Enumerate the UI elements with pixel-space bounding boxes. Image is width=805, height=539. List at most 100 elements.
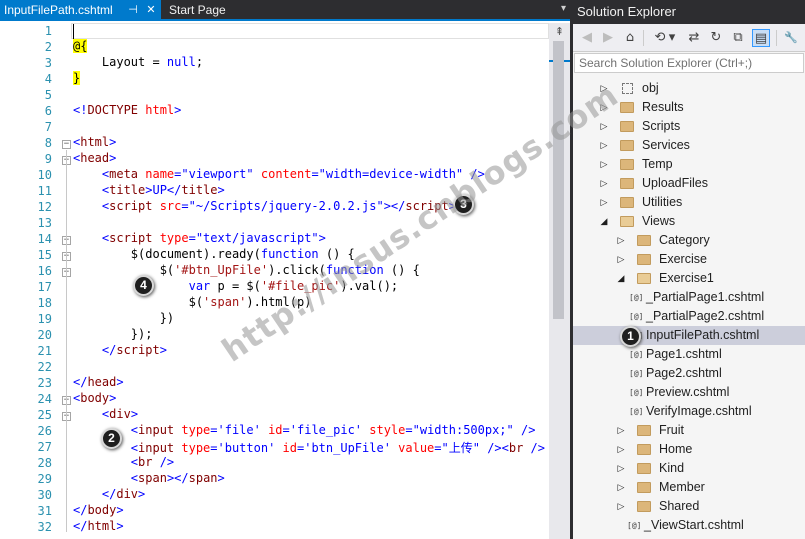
line-number: 32	[37, 520, 52, 534]
text-caret	[73, 24, 74, 39]
tree-item[interactable]: ▷ Temp	[573, 155, 805, 174]
close-icon[interactable]: ✕	[144, 0, 158, 21]
code-line-24: <body>	[73, 391, 117, 405]
pin-icon[interactable]: ⊣	[126, 0, 140, 21]
expand-arrow-icon[interactable]: ▷	[616, 497, 626, 516]
refresh-icon[interactable]: ↻	[707, 29, 725, 47]
toolbar-separator	[643, 30, 644, 46]
code-line-27: <input type='button' id='btn_UpFile' val…	[73, 441, 546, 455]
tree-item[interactable]: ▷ Utilities	[573, 193, 805, 212]
tree-item[interactable]: [@] Page1.cshtml	[573, 345, 805, 364]
show-all-files-icon[interactable]: ▤	[752, 29, 770, 47]
code-line-29: <span></span>	[73, 471, 225, 485]
solution-explorer-toolbar: ◀ ▶ ⌂ ⟲ ▾ ⇄ ↻ ⧉ ▤ 🔧	[573, 24, 805, 52]
tree-item[interactable]: ◢ Exercise1	[573, 269, 805, 288]
tree-item-label: Views	[642, 214, 676, 228]
tree-item-label: Home	[659, 442, 693, 456]
tree-item-label: Temp	[642, 157, 673, 171]
expand-arrow-icon[interactable]: ▷	[616, 459, 626, 478]
expand-arrow-icon[interactable]: ▷	[599, 193, 609, 212]
tree-item[interactable]: ▷ Home	[573, 440, 805, 459]
line-number: 29	[37, 472, 52, 486]
line-number: 30	[37, 488, 52, 502]
expand-arrow-icon[interactable]: ▷	[616, 250, 626, 269]
collapse-all-icon[interactable]: ⧉	[729, 29, 747, 47]
wrench-icon[interactable]: 🔧	[782, 29, 800, 47]
line-number-gutter: 1 2 3 4 5 6 7 8 9 10 11 12 13 14 15 16 17 18 19 20 21 22 23 24 2…	[0, 23, 57, 539]
tree-item[interactable]: ▷ Scripts	[573, 117, 805, 136]
tree-item-label: Category	[659, 233, 710, 247]
line-number: 25	[37, 408, 52, 422]
expand-arrow-icon[interactable]: ▷	[616, 440, 626, 459]
collapse-arrow-icon[interactable]: ◢	[599, 212, 609, 231]
collapse-icon[interactable]: −	[62, 140, 71, 149]
folder-icon	[637, 273, 651, 284]
cshtml-file-icon: [@]	[629, 407, 644, 416]
tab-inputfilepath[interactable]: InputFilePath.cshtml ⊣ ✕	[0, 0, 161, 21]
solution-explorer-search-input[interactable]: Search Solution Explorer (Ctrl+;)	[574, 53, 804, 73]
callout-marker-2: 2	[101, 428, 122, 449]
expand-arrow-icon[interactable]: ▷	[599, 155, 609, 174]
expand-arrow-icon[interactable]: ▷	[616, 231, 626, 250]
sync-icon[interactable]: ⇄	[685, 29, 703, 47]
cshtml-file-icon: [@]	[629, 388, 644, 397]
callout-marker-1: 1	[620, 326, 641, 347]
line-number: 26	[37, 424, 52, 438]
tree-item-label: Services	[642, 138, 690, 152]
tree-item[interactable]: ▷ Member	[573, 478, 805, 497]
collapse-arrow-icon[interactable]: ◢	[616, 269, 626, 288]
forward-icon[interactable]: ▶	[599, 29, 617, 47]
tree-item-label: UploadFiles	[642, 176, 709, 190]
expand-arrow-icon[interactable]: ▷	[616, 478, 626, 497]
line-number: 24	[37, 392, 52, 406]
tree-item[interactable]: ▷ Exercise	[573, 250, 805, 269]
home-icon[interactable]: ⌂	[621, 29, 639, 47]
tree-item[interactable]: [@] _PartialPage2.cshtml	[573, 307, 805, 326]
line-number: 31	[37, 504, 52, 518]
expand-arrow-icon[interactable]: ▷	[599, 174, 609, 193]
tab-start-page[interactable]: Start Page	[165, 0, 275, 21]
tree-item[interactable]: [@] VerifyImage.cshtml	[573, 402, 805, 421]
tree-item[interactable]: [@] _PartialPage1.cshtml	[573, 288, 805, 307]
solution-tree[interactable]: ▷ obj ▷ Results ▷ Scripts ▷ Services ▷ Temp ▷ Uploa…	[573, 74, 805, 539]
callout-marker-4: 4	[133, 275, 154, 296]
tab-list-dropdown-icon[interactable]: ▾	[561, 3, 566, 14]
tree-item[interactable]: [@] Preview.cshtml	[573, 383, 805, 402]
tree-item[interactable]: [@] _ViewStart.cshtml	[573, 516, 805, 535]
tree-item-label: Results	[642, 100, 684, 114]
line-number: 21	[37, 344, 52, 358]
tree-item[interactable]: ▷ Category	[573, 231, 805, 250]
scrollbar-thumb[interactable]	[553, 41, 564, 319]
tree-item[interactable]: ▷ Fruit	[573, 421, 805, 440]
line-number: 17	[37, 280, 52, 294]
split-window-icon[interactable]: ⇞	[551, 25, 568, 39]
chevron-down-icon[interactable]: ▾	[667, 29, 677, 47]
tree-item-label: Scripts	[642, 119, 681, 133]
expand-arrow-icon[interactable]: ▷	[616, 421, 626, 440]
tree-item[interactable]: ▷ Kind	[573, 459, 805, 478]
fold-guide	[66, 150, 67, 532]
tree-item[interactable]: ◢ Views	[573, 212, 805, 231]
tree-item[interactable]: ▷ Services	[573, 136, 805, 155]
code-editor[interactable]: InputFilePath.cshtml ⊣ ✕ Start Page ▾ 12…	[0, 0, 570, 539]
line-number: 4	[44, 72, 52, 86]
line-number: 23	[37, 376, 52, 390]
code-line-11: <title>UP</title>	[73, 183, 225, 197]
line-number: 19	[37, 312, 52, 326]
tree-item-label: Fruit	[659, 423, 684, 437]
tree-item-label: Member	[659, 480, 705, 494]
tree-item-label: Kind	[659, 461, 685, 475]
tree-item[interactable]: ▷ Shared	[573, 497, 805, 516]
line-number: 15	[37, 248, 52, 262]
line-number: 6	[44, 104, 52, 118]
tree-item-label: obj	[642, 81, 659, 95]
back-icon[interactable]: ◀	[578, 29, 596, 47]
folder-icon	[620, 159, 634, 170]
line-number: 7	[44, 120, 52, 134]
tree-item[interactable]: [@]InputFilePath.cshtml	[573, 326, 805, 345]
tree-item[interactable]: ▷ UploadFiles	[573, 174, 805, 193]
line-number: 18	[37, 296, 52, 310]
code-line-31: </body>	[73, 503, 124, 517]
expand-arrow-icon[interactable]: ▷	[599, 136, 609, 155]
tree-item[interactable]: [@] Page2.cshtml	[573, 364, 805, 383]
